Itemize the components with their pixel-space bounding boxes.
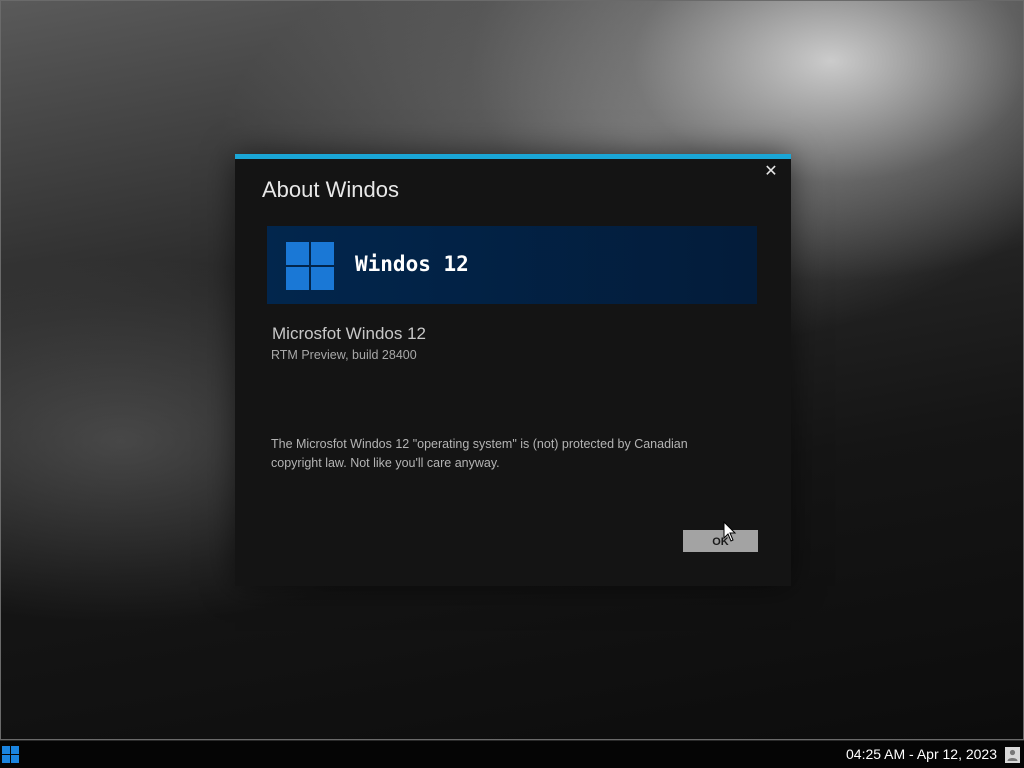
- ok-button[interactable]: OK: [683, 530, 758, 552]
- windows-logo-icon: [286, 242, 334, 290]
- product-full-name: Microsfot Windos 12: [272, 324, 426, 343]
- user-icon[interactable]: [1005, 747, 1020, 763]
- dialog-accent-bar: [235, 154, 791, 159]
- taskbar: 04:25 AM - Apr 12, 2023: [0, 740, 1024, 768]
- start-icon[interactable]: [2, 746, 19, 763]
- desktop: ✕ About Windos Windos 12 Microsfot Windo…: [0, 0, 1024, 740]
- close-icon[interactable]: ✕: [761, 161, 781, 181]
- legal-notice: The Microsfot Windos 12 "operating syste…: [271, 437, 688, 470]
- taskbar-clock: 04:25 AM - Apr 12, 2023: [846, 746, 997, 762]
- dialog-title: About Windos: [262, 177, 399, 202]
- banner-product-name: Windos 12: [355, 252, 469, 276]
- build-info: RTM Preview, build 28400: [271, 348, 417, 362]
- product-banner: Windos 12: [267, 226, 757, 304]
- about-dialog: ✕ About Windos Windos 12 Microsfot Windo…: [235, 154, 791, 586]
- mouse-cursor-icon: [723, 521, 737, 542]
